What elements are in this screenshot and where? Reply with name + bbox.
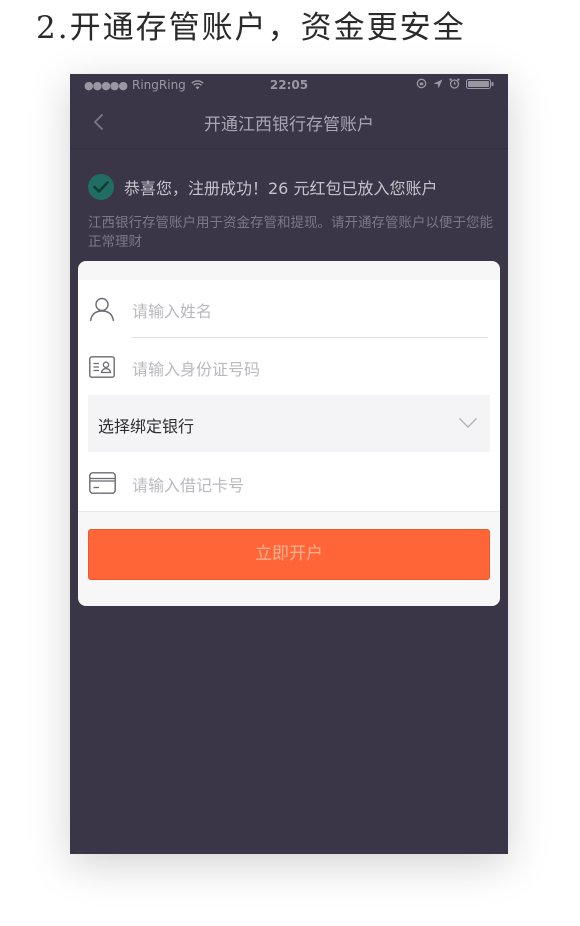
status-bar: ●●●●● RingRing 22:05 bbox=[70, 74, 508, 96]
page-title: 开通江西银行存管账户 bbox=[204, 115, 374, 135]
phone-screen: ●●●●● RingRing 22:05 开通江西银行存管账户 恭喜您，注册成功… bbox=[70, 74, 508, 854]
user-icon bbox=[89, 297, 115, 322]
location-arrow-icon bbox=[433, 79, 443, 88]
success-notice: 恭喜您，注册成功！26 元红包已放入您账户 bbox=[88, 174, 437, 200]
nav-bar: 开通江西银行存管账户 bbox=[70, 96, 508, 149]
open-account-button[interactable]: 立即开户 bbox=[88, 529, 490, 580]
success-text: 恭喜您，注册成功！26 元红包已放入您账户 bbox=[124, 179, 438, 198]
open-account-dialog: 请输入姓名 请输入身份证号码 选择绑定银行 请输入借记卡号 立即开户 bbox=[78, 261, 500, 606]
check-circle-icon bbox=[88, 174, 114, 200]
name-field[interactable]: 请输入姓名 bbox=[78, 280, 500, 338]
debit-card-input[interactable]: 请输入借记卡号 bbox=[132, 472, 244, 496]
id-card-icon bbox=[89, 356, 115, 378]
account-form: 请输入姓名 请输入身份证号码 选择绑定银行 请输入借记卡号 bbox=[78, 280, 500, 512]
bank-card-icon bbox=[89, 472, 116, 494]
id-number-field[interactable]: 请输入身份证号码 bbox=[78, 338, 500, 394]
chevron-down-icon bbox=[459, 418, 477, 428]
page-caption: 2.开通存管账户，资金更安全 bbox=[36, 10, 466, 46]
debit-card-field[interactable]: 请输入借记卡号 bbox=[78, 453, 500, 511]
rotation-lock-icon bbox=[416, 78, 427, 89]
id-number-input[interactable]: 请输入身份证号码 bbox=[132, 356, 260, 380]
battery-icon bbox=[466, 78, 494, 89]
status-icons bbox=[416, 78, 494, 89]
account-description: 江西银行存管账户用于资金存管和提现。请开通存管账户以便于您能正常理财 bbox=[88, 215, 493, 250]
name-input[interactable]: 请输入姓名 bbox=[132, 298, 212, 322]
alarm-icon bbox=[449, 78, 460, 89]
bank-select-label: 选择绑定银行 bbox=[98, 417, 195, 436]
bank-select[interactable]: 选择绑定银行 bbox=[88, 395, 490, 452]
